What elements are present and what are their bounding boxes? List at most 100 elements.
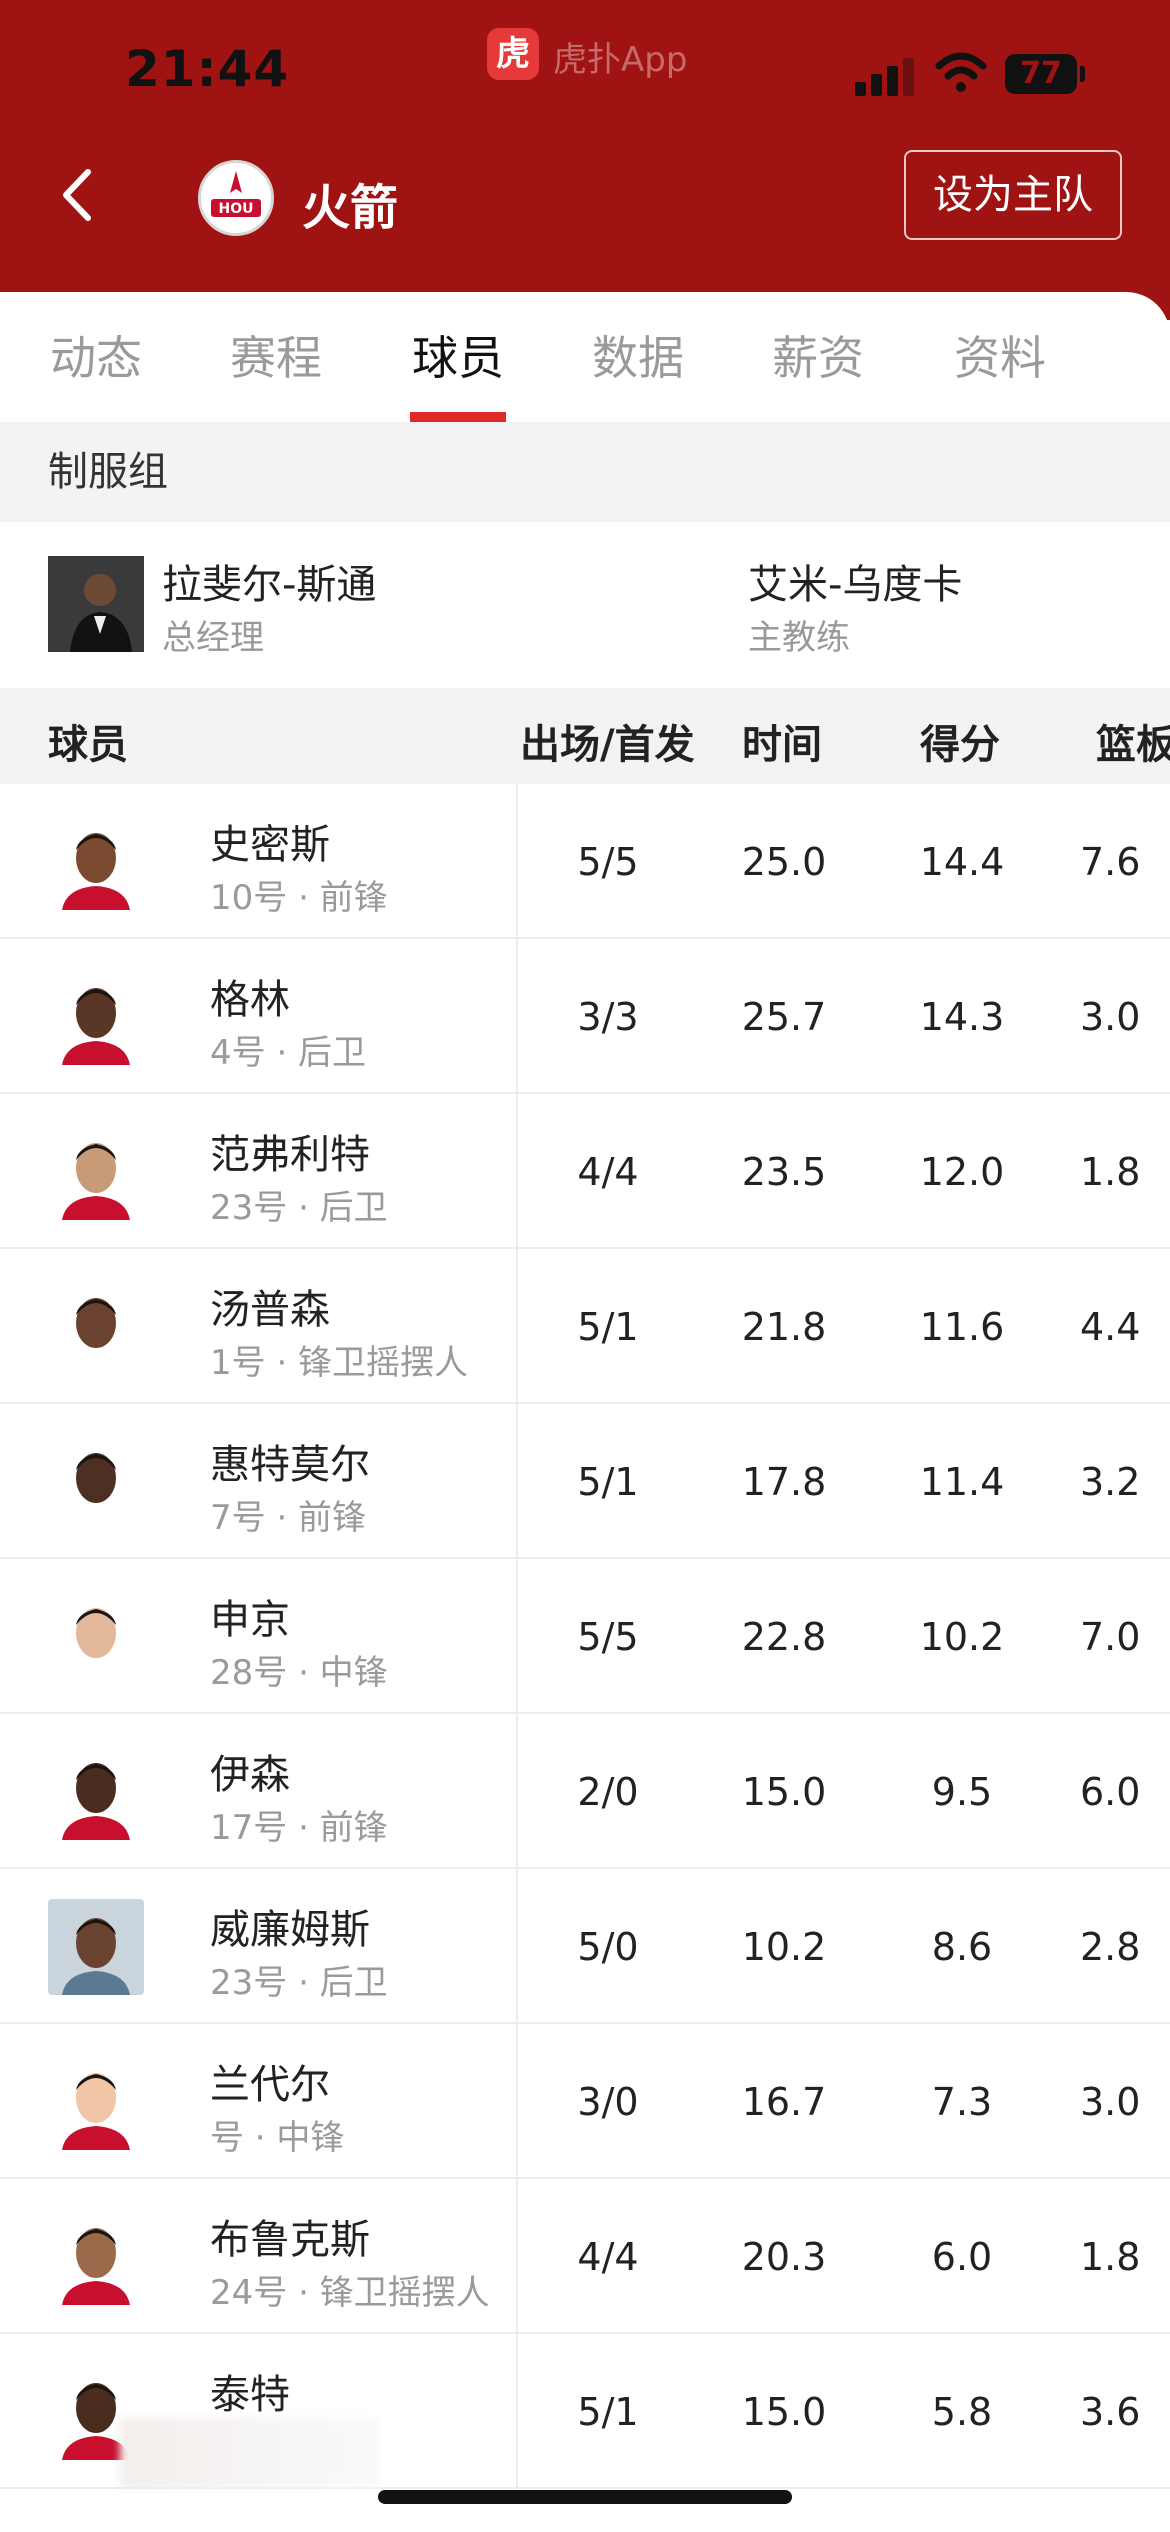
minutes: 10.2	[741, 1925, 827, 1969]
team-name: 火箭	[302, 180, 399, 236]
player-name[interactable]: 兰代尔	[210, 2052, 330, 2110]
minutes: 23.5	[741, 1150, 827, 1194]
tab-stats[interactable]: 数据	[578, 322, 698, 388]
head-coach-name[interactable]: 艾米-乌度卡	[748, 552, 962, 610]
games-started: 2/0	[577, 1770, 639, 1814]
table-row[interactable]: 汤普森 1号 · 锋卫摇摆人 5/1 21.8 11.6 4.4	[0, 1249, 1170, 1404]
column-divider	[516, 939, 518, 1092]
player-avatar[interactable]	[48, 1589, 144, 1685]
games-started: 5/1	[577, 2390, 639, 2434]
points: 14.4	[919, 840, 1005, 884]
player-name[interactable]: 伊森	[210, 1742, 290, 1800]
active-tab-indicator	[410, 412, 506, 422]
minutes: 25.0	[741, 840, 827, 884]
header-games[interactable]: 出场/首发	[520, 712, 695, 770]
player-number-position: 28号 · 中锋	[210, 1653, 388, 1693]
games-started: 3/0	[577, 2080, 639, 2124]
points: 11.6	[919, 1305, 1005, 1349]
games-started: 4/4	[577, 1150, 639, 1194]
column-divider	[516, 1249, 518, 1402]
table-row[interactable]: 布鲁克斯 24号 · 锋卫摇摆人 4/4 20.3 6.0 1.8	[0, 2179, 1170, 2334]
minutes: 15.0	[741, 1770, 827, 1814]
player-number-position: 7号 · 前锋	[210, 1498, 367, 1538]
header-minutes[interactable]: 时间	[742, 712, 822, 770]
team-header: 21:44 虎 虎扑App 77 HOU 火箭 设为主队	[0, 0, 1170, 320]
tab-news[interactable]: 动态	[36, 322, 156, 388]
header-rebounds[interactable]: 篮板	[1096, 712, 1170, 770]
tab-salary[interactable]: 薪资	[758, 322, 878, 388]
general-manager-photo[interactable]	[48, 556, 144, 652]
player-name[interactable]: 史密斯	[210, 812, 330, 870]
table-row[interactable]: 兰代尔号 · 中锋 3/0 16.7 7.3 3.0	[0, 2024, 1170, 2179]
minutes: 17.8	[741, 1460, 827, 1504]
points: 10.2	[919, 1615, 1005, 1659]
column-divider	[516, 784, 518, 937]
points: 8.6	[931, 1925, 993, 1969]
column-divider	[516, 1869, 518, 2022]
cellular-signal-icon	[855, 52, 917, 96]
column-divider	[516, 1094, 518, 1247]
battery-icon: 77	[1005, 54, 1077, 94]
player-name[interactable]: 范弗利特	[210, 1122, 370, 1180]
table-row[interactable]: 伊森 17号 · 前锋 2/0 15.0 9.5 6.0	[0, 1714, 1170, 1869]
header-points[interactable]: 得分	[920, 712, 1000, 770]
player-avatar[interactable]	[48, 814, 144, 910]
general-manager-role: 总经理	[162, 618, 264, 658]
points: 14.3	[919, 995, 1005, 1039]
points: 7.3	[931, 2080, 993, 2124]
player-name[interactable]: 申京	[210, 1587, 290, 1645]
player-name[interactable]: 汤普森	[210, 1277, 330, 1335]
rebounds: 7.0	[1080, 1615, 1141, 1659]
player-avatar[interactable]	[48, 1899, 144, 1995]
player-name[interactable]: 泰特	[210, 2362, 290, 2420]
player-name[interactable]: 格林	[210, 967, 290, 1025]
points: 11.4	[919, 1460, 1005, 1504]
column-divider	[516, 2024, 518, 2177]
battery-tip	[1080, 66, 1085, 82]
games-started: 5/1	[577, 1305, 639, 1349]
table-row[interactable]: 史密斯 10号 · 前锋 5/5 25.0 14.4 7.6	[0, 784, 1170, 939]
rebounds: 3.6	[1080, 2390, 1141, 2434]
player-number-position: 17号 · 前锋	[210, 1808, 388, 1848]
column-divider	[516, 2179, 518, 2332]
table-row[interactable]: 申京 28号 · 中锋 5/5 22.8 10.2 7.0	[0, 1559, 1170, 1714]
table-row[interactable]: 范弗利特 23号 · 后卫 4/4 23.5 12.0 1.8	[0, 1094, 1170, 1249]
player-avatar[interactable]	[48, 969, 144, 1065]
tab-info[interactable]: 资料	[940, 322, 1060, 388]
general-manager-name[interactable]: 拉斐尔-斯通	[162, 552, 376, 610]
player-avatar[interactable]	[48, 1434, 144, 1530]
player-avatar[interactable]	[48, 2209, 144, 2305]
app-name: 虎扑App	[553, 40, 688, 80]
header-player[interactable]: 球员	[48, 712, 128, 770]
rebounds: 3.0	[1080, 995, 1141, 1039]
player-avatar[interactable]	[48, 1744, 144, 1840]
table-row[interactable]: 威廉姆斯 23号 · 后卫 5/0 10.2 8.6 2.8	[0, 1869, 1170, 2024]
obscured-area	[120, 2418, 380, 2488]
player-name[interactable]: 惠特莫尔	[210, 1432, 370, 1490]
player-avatar[interactable]	[48, 1124, 144, 1220]
player-name[interactable]: 布鲁克斯	[210, 2207, 370, 2265]
player-avatar[interactable]	[48, 2054, 144, 2150]
status-time: 21:44	[125, 40, 290, 98]
player-name[interactable]: 威廉姆斯	[210, 1897, 370, 1955]
table-row[interactable]: 惠特莫尔 7号 · 前锋 5/1 17.8 11.4 3.2	[0, 1404, 1170, 1559]
rebounds: 4.4	[1080, 1305, 1141, 1349]
table-row[interactable]: 格林 4号 · 后卫 3/3 25.7 14.3 3.0	[0, 939, 1170, 1094]
back-button[interactable]	[48, 160, 108, 230]
staff-section-title: 制服组	[0, 422, 1170, 522]
home-indicator[interactable]	[378, 2490, 792, 2504]
tab-schedule[interactable]: 赛程	[216, 322, 336, 388]
games-started: 5/1	[577, 1460, 639, 1504]
minutes: 16.7	[741, 2080, 827, 2124]
games-started: 5/5	[577, 840, 639, 884]
rebounds: 3.0	[1080, 2080, 1141, 2124]
rebounds: 1.8	[1080, 1150, 1141, 1194]
player-avatar[interactable]	[48, 1279, 144, 1375]
player-number-position: 23号 · 后卫	[210, 1963, 388, 2003]
rebounds: 6.0	[1080, 1770, 1141, 1814]
tab-players[interactable]: 球员	[398, 322, 518, 388]
player-number-position: 1号 · 锋卫摇摆人	[210, 1343, 469, 1383]
app-badge-icon: 虎	[487, 28, 539, 80]
set-home-team-button[interactable]: 设为主队	[904, 150, 1122, 240]
column-divider	[516, 1559, 518, 1712]
